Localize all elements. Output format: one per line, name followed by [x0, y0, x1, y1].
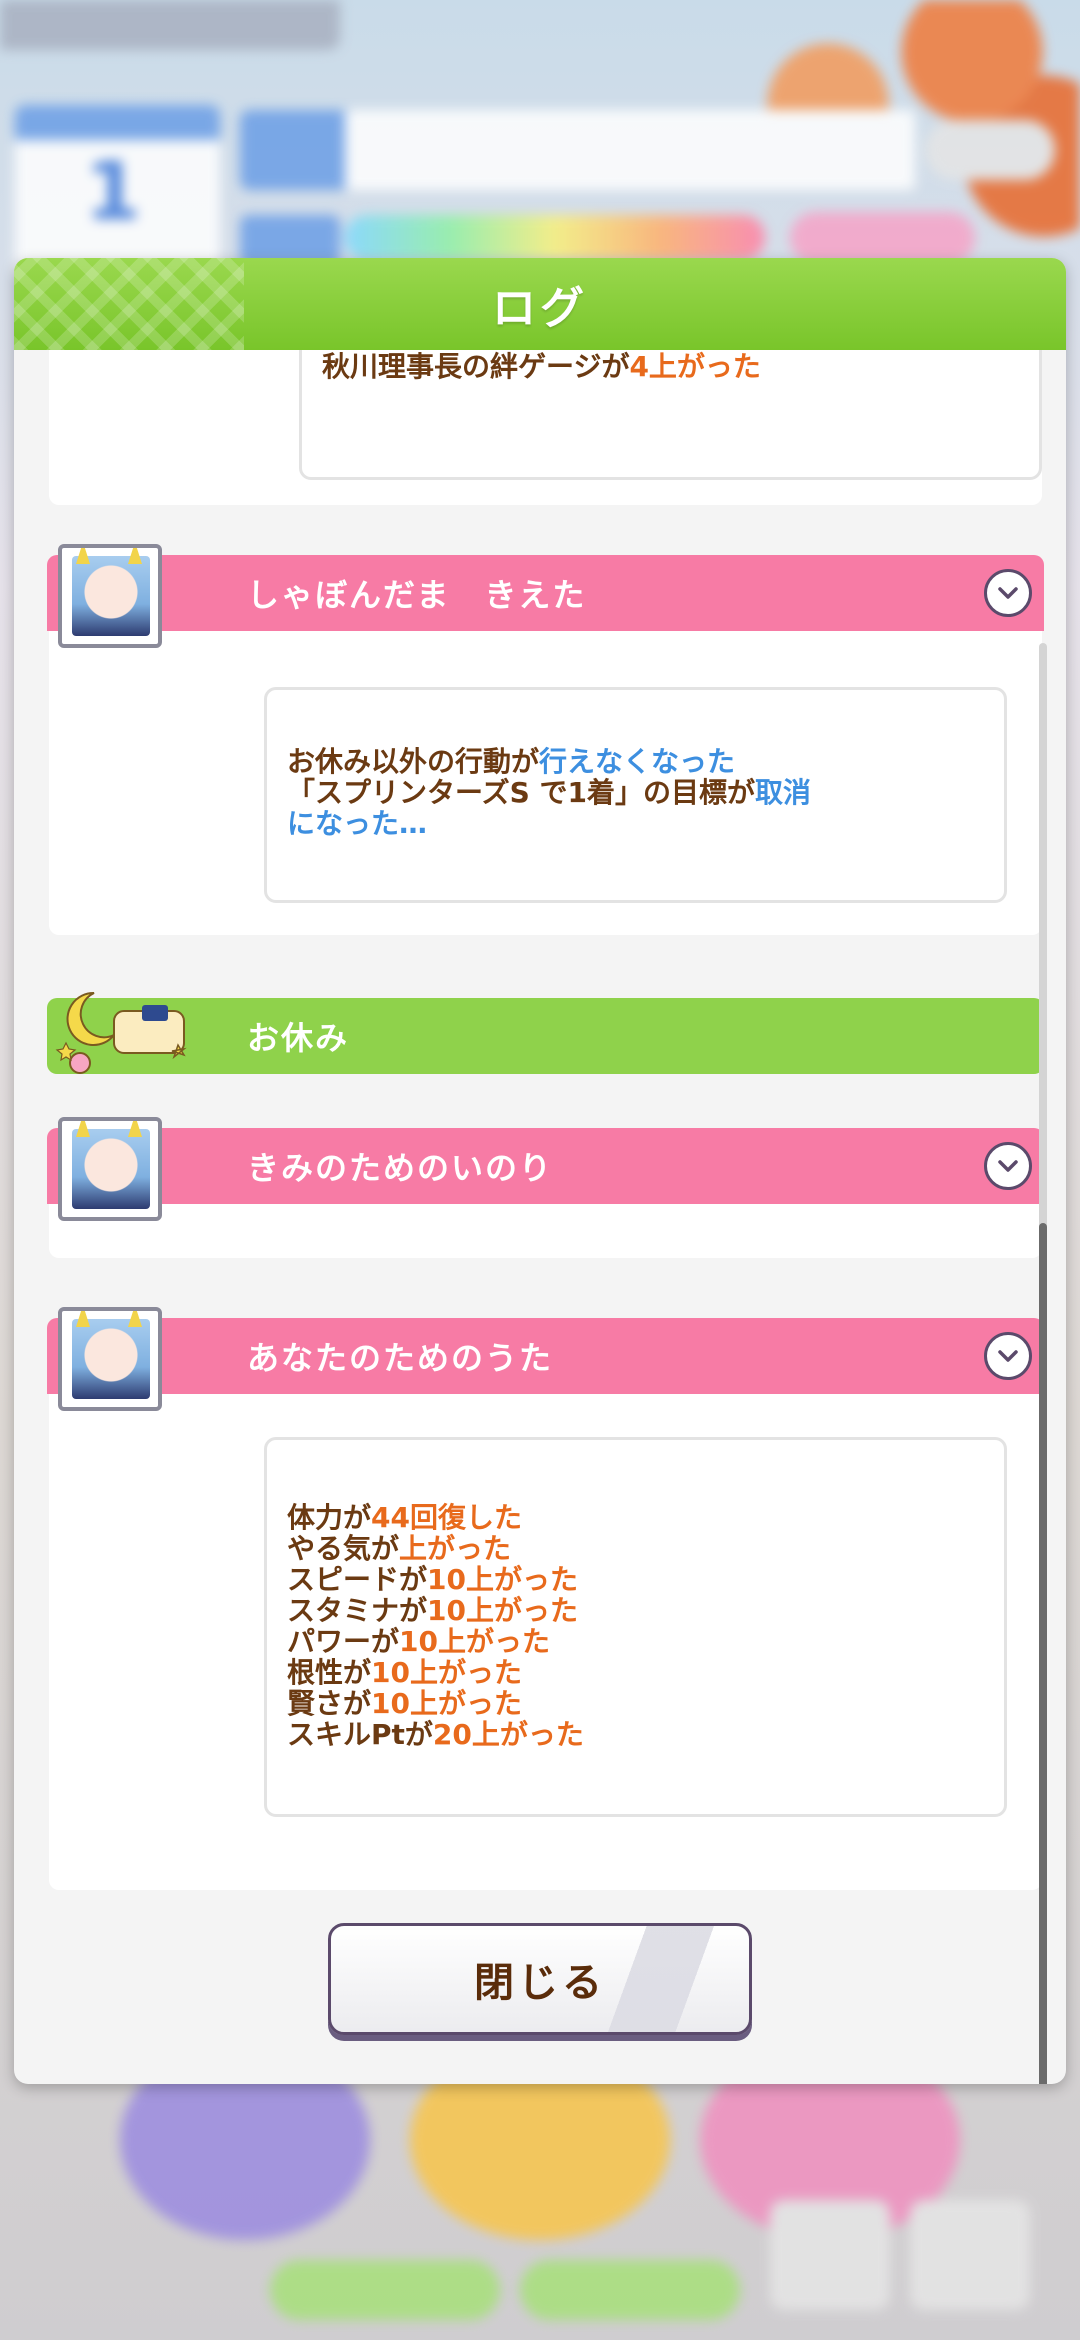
log-line: スピードが10上がった [287, 1564, 584, 1595]
log-text: やる気が [287, 1532, 400, 1565]
close-button[interactable]: 閉じる [328, 1923, 752, 2035]
log-line: スタミナが10上がった [287, 1595, 584, 1626]
log-text: スタミナが [287, 1594, 428, 1627]
log-value: 10上がった [399, 1625, 550, 1658]
log-value: になった… [287, 807, 428, 840]
character-portrait-icon [58, 544, 162, 648]
log-line: 賢さが10上がった [287, 1688, 584, 1719]
log-value: 20上がった [432, 1718, 584, 1751]
log-value: 10上がった [371, 1687, 522, 1720]
log-text: パワーが [287, 1625, 400, 1658]
event-title: しゃぼんだま きえた [247, 576, 587, 614]
log-line: やる気が上がった [287, 1533, 584, 1564]
log-line: スキルPtが20上がった [287, 1719, 584, 1750]
log-line: 秋川理事長の絆ゲージが4上がった [322, 351, 761, 382]
character-portrait-icon [58, 1117, 162, 1221]
log-text: お休み以外の行動が [287, 745, 540, 778]
message-box: お休み以外の行動が行えなくなった 「スプリンターズS で1着」の目標が取消 になった… [264, 687, 1007, 903]
log-line: 「スプリンターズS で1着」の目標が取消 [287, 777, 811, 808]
event-banner[interactable]: あなたのためのうた [47, 1318, 1044, 1394]
log-dialog: ログ スタミナが10上がった 秋川理事長の絆ゲージが4上がった しゃぼんだま き… [14, 258, 1066, 2084]
log-text: スピードが [287, 1563, 428, 1596]
log-line: 根性が10上がった [287, 1657, 584, 1688]
log-text: 体力が [287, 1501, 372, 1534]
dialog-title: ログ [492, 283, 588, 334]
scrollbar-thumb[interactable] [1039, 1223, 1047, 2084]
event-banner[interactable]: きみのためのいのり [47, 1128, 1044, 1204]
rest-moon-pillow-icon [55, 991, 187, 1074]
log-value: 10上がった [427, 1563, 578, 1596]
log-line: パワーが10上がった [287, 1626, 584, 1657]
log-line: になった… [287, 808, 811, 839]
event-banner[interactable]: しゃぼんだま きえた [47, 555, 1044, 631]
log-line: 体力が44回復した [287, 1502, 584, 1533]
log-text: 根性が [287, 1656, 372, 1689]
dialog-header: ログ [14, 258, 1066, 350]
rest-title: お休み [247, 1019, 350, 1057]
log-text: スキルPtが [287, 1718, 433, 1751]
log-text: 「スプリンターズS で1着」の目標が [287, 776, 755, 809]
log-value: 44回復した [371, 1501, 522, 1534]
log-text: 秋川理事長の絆ゲージが [322, 350, 630, 383]
log-value: 上がった [399, 1532, 512, 1565]
log-entry: スタミナが10上がった 秋川理事長の絆ゲージが4上がった [49, 350, 1042, 505]
message-box: スタミナが10上がった 秋川理事長の絆ゲージが4上がった [299, 350, 1042, 480]
log-line: お休み以外の行動が行えなくなった [287, 746, 811, 777]
message-box: 体力が44回復した やる気が上がった スピードが10上がった スタミナが10上がったパ… [264, 1437, 1007, 1817]
event-title: あなたのためのうた [247, 1339, 554, 1377]
log-scroll-area[interactable]: スタミナが10上がった 秋川理事長の絆ゲージが4上がった しゃぼんだま きえた … [14, 350, 1066, 1890]
log-value: 行えなくなった [539, 745, 736, 778]
event-title: きみのためのいのり [247, 1149, 554, 1187]
chevron-down-icon[interactable] [984, 1142, 1032, 1190]
log-value: 10上がった [371, 1656, 522, 1689]
chevron-down-icon[interactable] [984, 569, 1032, 617]
log-value: 10上がった [427, 1594, 578, 1627]
log-value: 取消 [755, 776, 812, 809]
close-button-label: 閉じる [474, 1960, 606, 2006]
chevron-down-icon[interactable] [984, 1332, 1032, 1380]
log-value: 4上がった [629, 350, 761, 383]
log-text: 賢さが [287, 1687, 372, 1720]
character-portrait-icon [58, 1307, 162, 1411]
